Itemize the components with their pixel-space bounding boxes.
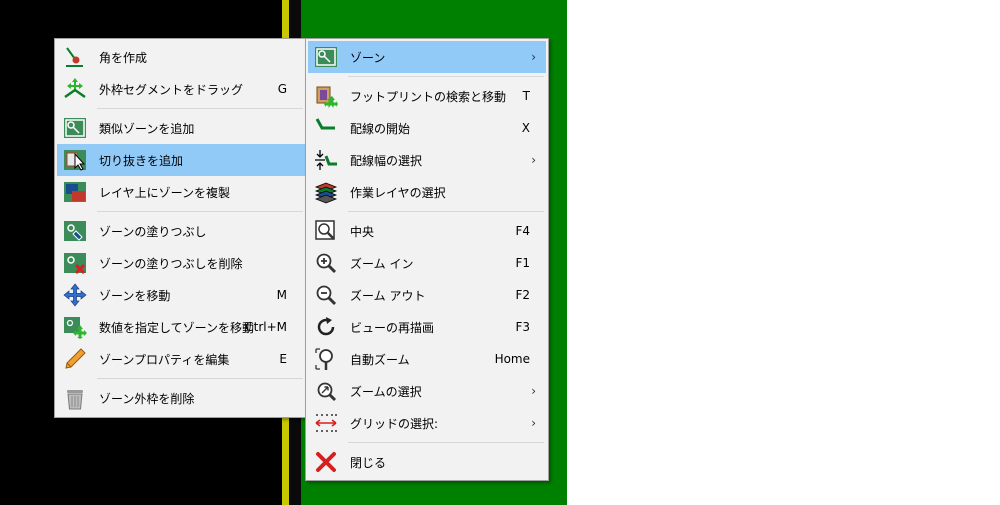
menu-item-select-layer[interactable]: 作業レイヤの選択: [308, 176, 546, 208]
menu-item-label: 閉じる: [350, 455, 387, 470]
add-similar-zone-icon: [61, 114, 89, 142]
menu-item-move-zone[interactable]: ゾーンを移動 M: [57, 279, 305, 311]
track-width-icon: [312, 146, 340, 174]
menu-item-close[interactable]: 閉じる: [308, 446, 546, 478]
shortcut: E: [279, 352, 287, 366]
separator: [348, 442, 544, 443]
blank-area: [567, 0, 1000, 505]
zone-submenu: 角を作成 外枠セグメントをドラッグ G 類似ゾーンを追加 切り抜きを追加 レイヤ…: [54, 38, 308, 418]
move-exact-icon: [61, 313, 89, 341]
separator: [97, 378, 303, 379]
shortcut: G: [277, 82, 287, 96]
menu-item-add-similar-zone[interactable]: 類似ゾーンを追加: [57, 112, 305, 144]
menu-item-redraw-view[interactable]: ビューの再描画 F3: [308, 311, 546, 343]
shortcut: F1: [515, 256, 530, 270]
layers-icon: [312, 178, 340, 206]
menu-item-zone[interactable]: ゾーン ›: [308, 41, 546, 73]
shortcut: T: [522, 89, 530, 103]
menu-item-edit-zone-properties[interactable]: ゾーンプロパティを編集 E: [57, 343, 305, 375]
menu-item-select-track-width[interactable]: 配線幅の選択 ›: [308, 144, 546, 176]
submenu-arrow-icon: ›: [531, 416, 536, 430]
menu-item-add-cutout[interactable]: 切り抜きを追加: [57, 144, 305, 176]
menu-item-label: ゾーン: [350, 50, 386, 65]
shortcut: F3: [515, 320, 530, 334]
menu-item-delete-zone-outline[interactable]: ゾーン外枠を削除: [57, 382, 305, 414]
menu-item-fill-zone[interactable]: ゾーンの塗りつぶし: [57, 215, 305, 247]
menu-item-label: 類似ゾーンを追加: [99, 121, 195, 136]
menu-item-create-corner[interactable]: 角を作成: [57, 41, 305, 73]
grid-icon: [312, 409, 340, 437]
shortcut: F4: [515, 224, 530, 238]
context-menu: ゾーン › フットプリントの検索と移動 T 配線の開始 X 配線幅の選択 › 作…: [305, 38, 549, 481]
trash-icon: [61, 384, 89, 412]
menu-item-label: ゾーンの塗りつぶし: [99, 224, 207, 239]
menu-item-duplicate-zone[interactable]: レイヤ上にゾーンを複製: [57, 176, 305, 208]
close-icon: [312, 448, 340, 476]
pencil-icon: [61, 345, 89, 373]
menu-item-select-grid[interactable]: グリッドの選択: ›: [308, 407, 546, 439]
create-corner-icon: [61, 43, 89, 71]
move-icon: [61, 281, 89, 309]
shortcut: X: [521, 121, 530, 135]
menu-item-zoom-out[interactable]: ズーム アウト F2: [308, 279, 546, 311]
separator: [348, 76, 544, 77]
menu-item-zoom-in[interactable]: ズーム イン F1: [308, 247, 546, 279]
drag-segment-icon: [61, 75, 89, 103]
fill-zone-icon: [61, 217, 89, 245]
zoom-in-icon: [312, 249, 340, 277]
menu-item-select-zoom[interactable]: ズームの選択 ›: [308, 375, 546, 407]
zoom-fit-icon: [312, 345, 340, 373]
menu-item-drag-segment[interactable]: 外枠セグメントをドラッグ G: [57, 73, 305, 105]
unfill-zone-icon: [61, 249, 89, 277]
menu-item-label: ゾーンの塗りつぶしを削除: [99, 256, 243, 271]
zoom-center-icon: [312, 217, 340, 245]
menu-item-label: レイヤ上にゾーンを複製: [99, 185, 231, 200]
duplicate-zone-icon: [61, 178, 89, 206]
footprint-move-icon: [312, 82, 340, 110]
submenu-arrow-icon: ›: [531, 153, 536, 167]
menu-item-label: 配線幅の選択: [350, 153, 423, 168]
separator: [97, 211, 303, 212]
add-cutout-icon: [61, 146, 89, 174]
route-track-icon: [312, 114, 340, 142]
menu-item-label: グリッドの選択:: [350, 416, 439, 431]
separator: [348, 211, 544, 212]
menu-item-unfill-zone[interactable]: ゾーンの塗りつぶしを削除: [57, 247, 305, 279]
menu-item-label: ゾーン外枠を削除: [99, 391, 195, 406]
menu-item-label: ズームの選択: [350, 384, 422, 399]
menu-item-center[interactable]: 中央 F4: [308, 215, 546, 247]
shortcut: Ctrl+M: [245, 320, 287, 334]
menu-item-route-track[interactable]: 配線の開始 X: [308, 112, 546, 144]
menu-item-label: 角を作成: [99, 50, 148, 65]
redraw-icon: [312, 313, 340, 341]
separator: [97, 108, 303, 109]
shortcut: M: [276, 288, 287, 302]
menu-item-auto-zoom[interactable]: 自動ズーム Home: [308, 343, 546, 375]
zone-icon: [312, 43, 340, 71]
zoom-out-icon: [312, 281, 340, 309]
menu-item-find-move-footprint[interactable]: フットプリントの検索と移動 T: [308, 80, 546, 112]
submenu-arrow-icon: ›: [531, 384, 536, 398]
shortcut: Home: [494, 352, 530, 366]
submenu-arrow-icon: ›: [531, 50, 536, 64]
shortcut: F2: [515, 288, 530, 302]
menu-item-label: 作業レイヤの選択: [350, 185, 446, 200]
menu-item-label: 切り抜きを追加: [99, 153, 184, 168]
zoom-select-icon: [312, 377, 340, 405]
menu-item-move-exact[interactable]: 数値を指定してゾーンを移動 Ctrl+M: [57, 311, 305, 343]
